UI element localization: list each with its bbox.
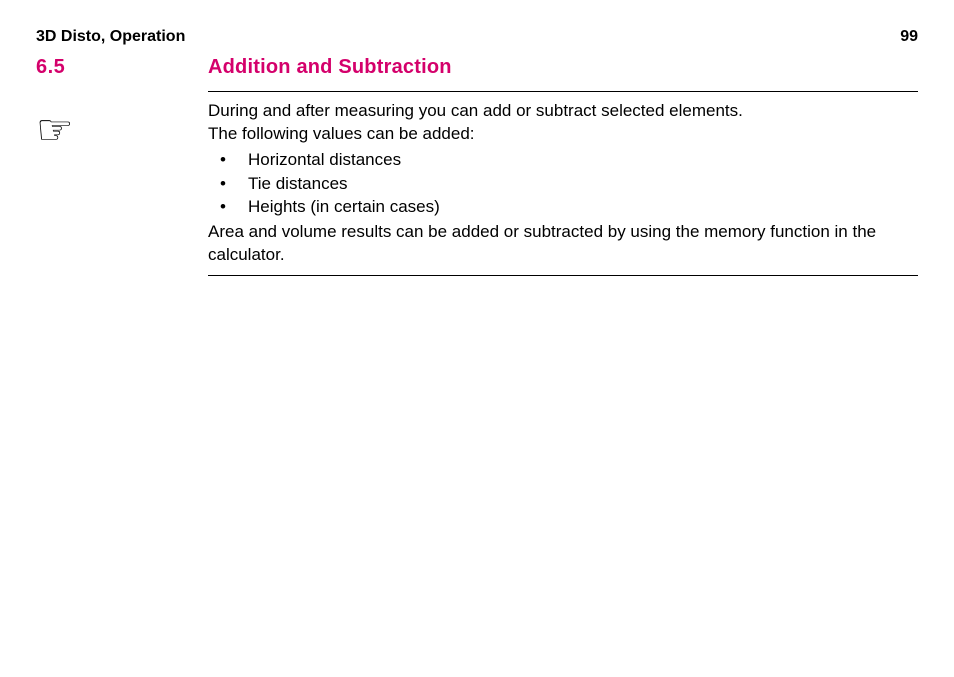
closing-paragraph: Area and volume results can be added or … (208, 221, 918, 267)
section: 6.5 ☞ Addition and Subtraction During an… (0, 46, 954, 276)
pointing-hand-icon: ☞ (36, 109, 208, 151)
intro-line-1: During and after measuring you can add o… (208, 100, 918, 123)
list-item: Tie distances (208, 172, 918, 196)
page-number: 99 (900, 28, 918, 46)
section-number: 6.5 (36, 56, 208, 79)
divider-bottom (208, 275, 918, 276)
bullet-list: Horizontal distances Tie distances Heigh… (208, 148, 918, 219)
list-item: Horizontal distances (208, 148, 918, 172)
section-gutter: 6.5 ☞ (36, 56, 208, 276)
intro-line-2: The following values can be added: (208, 123, 918, 146)
divider-top (208, 91, 918, 92)
header-title: 3D Disto, Operation (36, 28, 185, 46)
section-body: Addition and Subtraction During and afte… (208, 56, 918, 276)
page-header: 3D Disto, Operation 99 (0, 0, 954, 46)
section-title: Addition and Subtraction (208, 56, 918, 79)
list-item: Heights (in certain cases) (208, 195, 918, 219)
